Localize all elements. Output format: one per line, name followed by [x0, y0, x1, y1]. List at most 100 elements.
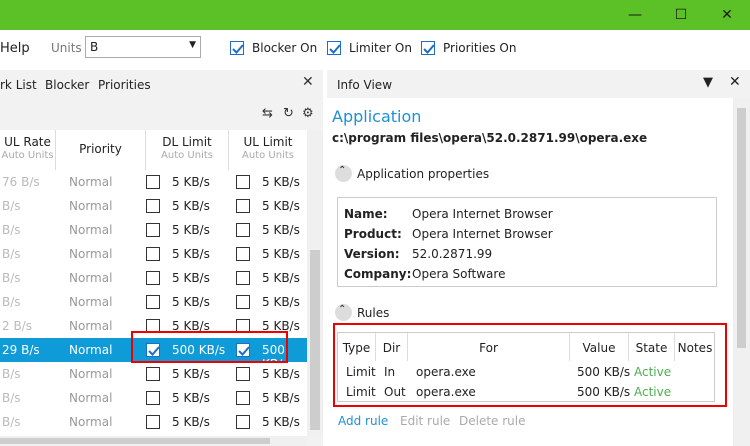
ul-limit-checkbox[interactable] — [236, 223, 250, 237]
dl-limit-cell[interactable]: 5 KB/s — [172, 271, 210, 285]
priority-cell[interactable]: Normal — [69, 319, 112, 333]
edit-rule-link[interactable]: Edit rule — [400, 414, 450, 428]
ul-limit-cell[interactable]: 5 KB/s — [262, 175, 300, 189]
col-ul-limit[interactable]: UL Limit Auto Units — [229, 130, 307, 170]
app-heading: Application — [332, 107, 422, 126]
table-row[interactable]: B/s Normal 5 KB/s 5 KB/s — [0, 410, 307, 434]
table-row[interactable]: B/s Normal 5 KB/s 5 KB/s — [0, 290, 307, 314]
snap-icon[interactable]: ⇆ — [262, 106, 273, 121]
traffic-grid: UL Rate Auto Units Priority DL Limit Aut… — [0, 130, 307, 436]
priority-cell[interactable]: Normal — [69, 367, 112, 381]
close-window-button[interactable]: ✕ — [704, 0, 750, 30]
priority-cell[interactable]: Normal — [69, 223, 112, 237]
add-rule-link[interactable]: Add rule — [338, 414, 388, 428]
dl-limit-cell[interactable]: 5 KB/s — [172, 367, 210, 381]
panel-close-icon[interactable]: ✕ — [302, 74, 314, 90]
ul-rate-cell: B/s — [2, 295, 21, 309]
close-icon[interactable]: ✕ — [729, 74, 741, 90]
ul-limit-cell[interactable]: 5 KB/s — [262, 199, 300, 213]
table-row[interactable]: B/s Normal 5 KB/s 5 KB/s — [0, 386, 307, 410]
blocker-on-checkbox[interactable] — [230, 41, 244, 55]
ul-limit-cell[interactable]: 5 KB/s — [262, 367, 300, 381]
scroll-thumb[interactable] — [737, 108, 746, 348]
dl-limit-checkbox[interactable] — [146, 175, 160, 189]
dl-limit-checkbox[interactable] — [146, 415, 160, 429]
priority-cell[interactable]: Normal — [69, 199, 112, 213]
ul-limit-cell[interactable]: 5 KB/s — [262, 247, 300, 261]
gear-icon[interactable]: ⚙ — [302, 106, 314, 121]
dl-limit-checkbox[interactable] — [146, 199, 160, 213]
ul-limit-checkbox[interactable] — [236, 367, 250, 381]
dl-limit-cell[interactable]: 5 KB/s — [172, 247, 210, 261]
prop-key: Company: — [344, 267, 412, 281]
ul-limit-checkbox[interactable] — [236, 271, 250, 285]
tab-blocker[interactable]: Blocker — [45, 78, 89, 92]
ul-limit-cell[interactable]: 5 KB/s — [262, 271, 300, 285]
dl-limit-checkbox[interactable] — [146, 271, 160, 285]
ul-limit-cell[interactable]: 5 KB/s — [262, 415, 300, 429]
prop-value: Opera Internet Browser — [412, 207, 553, 221]
dl-limit-checkbox[interactable] — [146, 367, 160, 381]
grid-horizontal-scrollbar[interactable] — [0, 436, 307, 446]
dl-limit-cell[interactable]: 5 KB/s — [172, 295, 210, 309]
scroll-thumb[interactable] — [0, 438, 270, 444]
ul-limit-checkbox[interactable] — [236, 295, 250, 309]
table-row[interactable]: B/s Normal 5 KB/s 5 KB/s — [0, 194, 307, 218]
ul-limit-cell[interactable]: 5 KB/s — [262, 295, 300, 309]
units-select[interactable]: B ▼ — [85, 36, 201, 58]
priority-cell[interactable]: Normal — [69, 271, 112, 285]
rules-label: Rules — [357, 306, 390, 320]
table-row[interactable]: B/s Normal 5 KB/s 5 KB/s — [0, 242, 307, 266]
ul-limit-checkbox[interactable] — [236, 175, 250, 189]
ul-limit-checkbox[interactable] — [236, 415, 250, 429]
tab-priorities[interactable]: Priorities — [98, 78, 151, 92]
ul-limit-checkbox[interactable] — [236, 199, 250, 213]
ul-limit-cell[interactable]: 5 KB/s — [262, 223, 300, 237]
minimize-button[interactable]: — — [612, 0, 658, 30]
app-props-toggle[interactable]: ⌃ — [335, 165, 352, 182]
col-dl-limit[interactable]: DL Limit Auto Units — [146, 130, 229, 170]
delete-rule-link[interactable]: Delete rule — [459, 414, 526, 428]
ul-limit-checkbox[interactable] — [236, 391, 250, 405]
dl-limit-checkbox[interactable] — [146, 391, 160, 405]
ul-limit-checkbox[interactable] — [236, 247, 250, 261]
dl-limit-cell[interactable]: 5 KB/s — [172, 199, 210, 213]
menu-help[interactable]: Help — [0, 41, 30, 56]
dl-limit-cell[interactable]: 5 KB/s — [172, 175, 210, 189]
ul-limit-cell[interactable]: 5 KB/s — [262, 391, 300, 405]
priorities-on-checkbox[interactable] — [421, 41, 435, 55]
limiter-on-checkbox[interactable] — [327, 41, 341, 55]
table-row[interactable]: B/s Normal 5 KB/s 5 KB/s — [0, 218, 307, 242]
priority-cell[interactable]: Normal — [69, 295, 112, 309]
col-priority[interactable]: Priority — [56, 130, 146, 170]
dropdown-icon[interactable]: ▼ — [703, 75, 713, 90]
priority-cell[interactable]: Normal — [69, 175, 112, 189]
dl-limit-cell[interactable]: 5 KB/s — [172, 415, 210, 429]
maximize-button[interactable]: ☐ — [658, 0, 704, 30]
toolbar: Help Units B ▼ Blocker On Limiter On Pri… — [0, 30, 750, 68]
dl-limit-checkbox[interactable] — [146, 247, 160, 261]
prop-key: Version: — [344, 247, 400, 261]
tab-network-list[interactable]: rk List — [0, 78, 37, 92]
table-row[interactable]: B/s Normal 5 KB/s 5 KB/s — [0, 266, 307, 290]
dl-limit-cell[interactable]: 5 KB/s — [172, 391, 210, 405]
info-view-header: Info View ▼ ✕ — [327, 70, 750, 98]
dl-limit-checkbox[interactable] — [146, 295, 160, 309]
dl-limit-cell[interactable]: 5 KB/s — [172, 223, 210, 237]
priority-cell[interactable]: Normal — [69, 343, 112, 357]
info-vertical-scrollbar[interactable] — [733, 98, 750, 446]
col-ul-rate[interactable]: UL Rate Auto Units — [0, 130, 56, 170]
network-list-panel: rk List Blocker Priorities ✕ ⇆ ↻ ⚙ UL Ra… — [0, 70, 323, 446]
refresh-icon[interactable]: ↻ — [283, 106, 294, 121]
priority-cell[interactable]: Normal — [69, 247, 112, 261]
maximize-icon: ☐ — [674, 7, 688, 23]
priority-cell[interactable]: Normal — [69, 391, 112, 405]
priority-cell[interactable]: Normal — [69, 415, 112, 429]
scroll-thumb[interactable] — [310, 250, 320, 430]
table-row[interactable]: 76 B/s Normal 5 KB/s 5 KB/s — [0, 170, 307, 194]
rules-toggle[interactable]: ⌃ — [335, 304, 352, 321]
grid-vertical-scrollbar[interactable] — [307, 130, 323, 436]
units-label: Units — [51, 41, 82, 55]
dl-limit-checkbox[interactable] — [146, 223, 160, 237]
table-row[interactable]: B/s Normal 5 KB/s 5 KB/s — [0, 362, 307, 386]
